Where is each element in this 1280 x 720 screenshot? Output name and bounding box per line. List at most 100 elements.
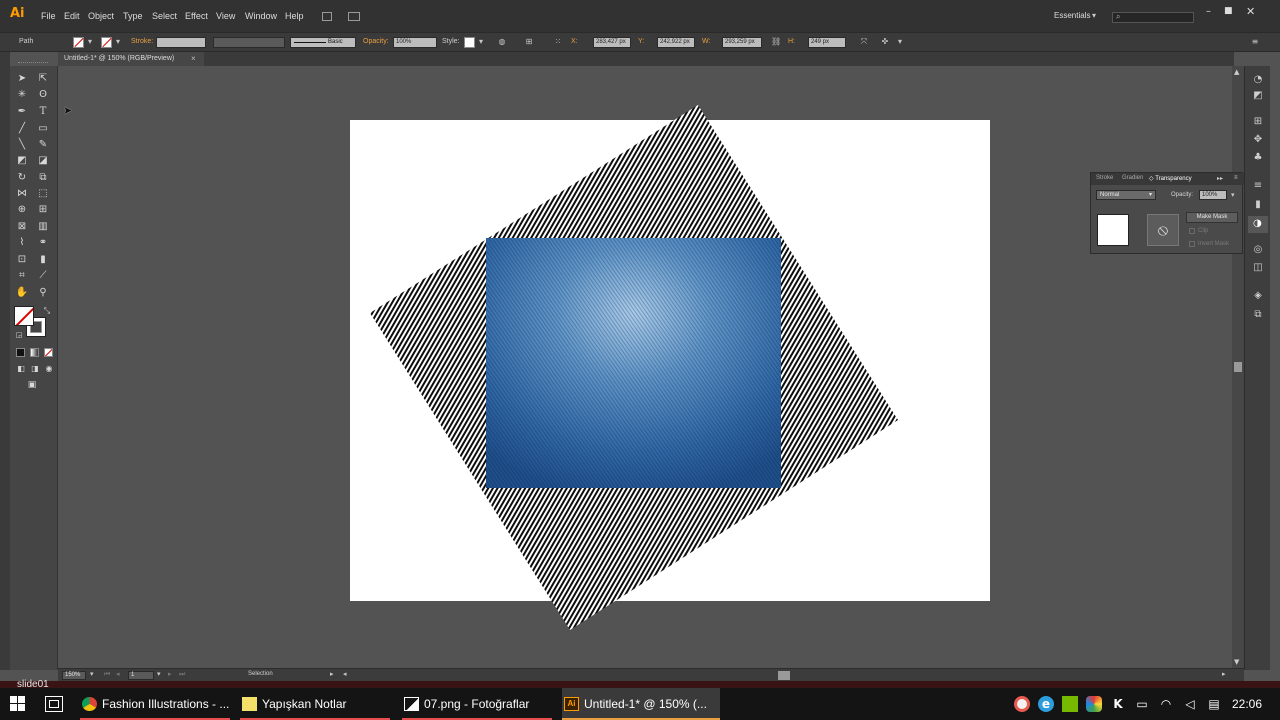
last-artboard-icon[interactable]: ⏭	[179, 670, 185, 679]
graphic-styles-icon[interactable]: ◫	[1252, 262, 1264, 274]
stroke-panel-icon[interactable]: ≡	[1252, 180, 1264, 192]
first-artboard-icon[interactable]: ⏮	[104, 670, 110, 679]
brushes-panel-icon[interactable]: ✥	[1252, 134, 1264, 146]
opacity-label[interactable]: Opacity:	[363, 38, 389, 45]
tray-k-icon[interactable]: K	[1110, 696, 1126, 712]
scroll-down-icon[interactable]: ▼	[1234, 658, 1239, 666]
isolate-object-icon[interactable]: ✜	[880, 37, 890, 47]
horizontal-scroll-thumb[interactable]	[778, 671, 790, 680]
vertical-scrollbar[interactable]: ▲ ▼	[1232, 66, 1244, 670]
shape-builder-tool-icon[interactable]: ⊕	[15, 203, 29, 217]
menu-view[interactable]: View	[216, 11, 235, 21]
fill-swatch[interactable]	[73, 37, 84, 48]
none-mode-icon[interactable]	[44, 348, 53, 357]
color-guide-icon[interactable]: ◩	[1252, 90, 1264, 102]
minimize-button[interactable]: –	[1206, 6, 1211, 17]
brush-definition-select[interactable]: Basic	[290, 37, 356, 48]
taskbar-item-sticky-notes[interactable]: Yapışkan Notlar	[240, 688, 390, 720]
gradient-panel-icon[interactable]: ▮	[1252, 199, 1264, 211]
magic-wand-tool-icon[interactable]: ✳	[15, 88, 29, 102]
symbols-panel-icon[interactable]: ♣	[1252, 152, 1264, 164]
tray-app-icon[interactable]	[1014, 696, 1030, 712]
close-button[interactable]: ✕	[1246, 5, 1255, 18]
fill-dropdown-icon[interactable]: ▾	[85, 37, 95, 47]
arrange-documents-icon[interactable]	[348, 12, 360, 21]
column-graph-tool-icon[interactable]: ▮	[36, 253, 50, 267]
reference-point-icon[interactable]: ⁙	[553, 37, 563, 47]
menu-help[interactable]: Help	[285, 11, 304, 21]
line-segment-tool-icon[interactable]: ╱	[15, 122, 29, 136]
blend-tool-icon[interactable]: ⚭	[36, 236, 50, 250]
object-thumbnail[interactable]	[1097, 214, 1129, 246]
rotate-tool-icon[interactable]: ↻	[15, 171, 29, 185]
fill-color-icon[interactable]	[14, 306, 34, 326]
appearance-panel-icon[interactable]: ◎	[1252, 244, 1264, 256]
style-dropdown-icon[interactable]: ▾	[476, 37, 486, 47]
next-artboard-icon[interactable]: ▸	[168, 670, 172, 678]
tray-nvidia-icon[interactable]	[1062, 696, 1078, 712]
document-tab[interactable]: Untitled-1* @ 150% (RGB/Preview) ×	[58, 52, 204, 66]
symbol-sprayer-tool-icon[interactable]: ⊡	[15, 253, 29, 267]
clip-checkbox[interactable]	[1189, 228, 1195, 234]
artboards-panel-icon[interactable]: ⧉	[1252, 309, 1264, 321]
width-tool-icon[interactable]: ⋈	[15, 187, 29, 201]
stroke-swatch[interactable]	[101, 37, 112, 48]
volume-icon[interactable]: ◁	[1182, 696, 1198, 712]
tray-edge-icon[interactable]: e	[1038, 696, 1054, 712]
artwork-canvas[interactable]	[340, 95, 920, 635]
width-field[interactable]: 293,259 px	[722, 37, 762, 48]
taskbar-clock[interactable]: 22:06	[1232, 697, 1262, 711]
menu-edit[interactable]: Edit	[64, 11, 80, 21]
graphic-style-swatch[interactable]	[464, 37, 475, 48]
screen-mode-icon[interactable]: ▣	[25, 378, 39, 392]
tab-gradient[interactable]: Gradien	[1122, 175, 1143, 181]
panel-collapse-icon[interactable]: ▸▸	[1217, 175, 1223, 182]
tab-transparency[interactable]: ◇ Transparency	[1149, 175, 1192, 182]
menu-type[interactable]: Type	[123, 11, 143, 21]
wifi-icon[interactable]: ◠	[1158, 696, 1174, 712]
workspace-chevron-down-icon[interactable]: ▾	[1092, 11, 1096, 20]
draw-behind-icon[interactable]: ◨	[28, 362, 42, 376]
stroke-weight-field[interactable]	[156, 37, 206, 48]
stroke-weight-label[interactable]: Stroke:	[131, 38, 153, 45]
artboard-dropdown-icon[interactable]: ▾	[157, 670, 161, 678]
lasso-tool-icon[interactable]: ʘ	[36, 88, 50, 102]
menu-object[interactable]: Object	[88, 11, 114, 21]
transform-icon[interactable]: ⤧	[859, 37, 869, 47]
artboard-tool-icon[interactable]: ⌗	[15, 269, 29, 283]
bridge-icon[interactable]	[322, 12, 332, 21]
menu-effect[interactable]: Effect	[185, 11, 208, 21]
perspective-grid-tool-icon[interactable]: ⊞	[36, 203, 50, 217]
stroke-dropdown-icon[interactable]: ▾	[113, 37, 123, 47]
layers-panel-icon[interactable]: ◈	[1252, 290, 1264, 302]
panel-opacity-chevron-icon[interactable]: ▾	[1231, 191, 1235, 199]
workspace-switcher[interactable]: Essentials	[1054, 11, 1090, 20]
blob-brush-tool-icon[interactable]: ◩	[15, 154, 29, 168]
zoom-field[interactable]: 150%	[62, 671, 86, 680]
swap-fill-stroke-icon[interactable]: ⤡	[40, 304, 54, 318]
previous-artboard-icon[interactable]: ◂	[116, 670, 120, 678]
windows-start-icon[interactable]	[10, 696, 26, 712]
pen-tool-icon[interactable]: ✒	[15, 105, 29, 119]
swatches-panel-icon[interactable]: ⊞	[1252, 116, 1264, 128]
y-field[interactable]: 242,922 px	[657, 37, 695, 48]
control-panel-menu-icon[interactable]: ≡	[1250, 37, 1260, 47]
constrain-proportions-icon[interactable]: ⛓	[771, 37, 781, 47]
direct-selection-tool-icon[interactable]: ⇱	[36, 72, 50, 86]
recolor-artwork-icon[interactable]: ◍	[497, 37, 507, 47]
artboard-number-field[interactable]: 1	[128, 671, 154, 680]
paintbrush-tool-icon[interactable]: ╲	[15, 138, 29, 152]
make-mask-button[interactable]: Make Mask	[1186, 212, 1238, 223]
tray-color-icon[interactable]	[1086, 696, 1102, 712]
slice-tool-icon[interactable]: ⟋	[36, 269, 50, 283]
x-field[interactable]: 283,427 px	[593, 37, 631, 48]
menu-window[interactable]: Window	[245, 11, 277, 21]
action-center-icon[interactable]: ▤	[1206, 696, 1222, 712]
tab-stroke[interactable]: Stroke	[1096, 175, 1113, 181]
transparency-panel-button[interactable]: ◑	[1248, 216, 1268, 233]
panel-opacity-field[interactable]: 100%	[1199, 190, 1227, 200]
scroll-up-icon[interactable]: ▲	[1234, 68, 1239, 76]
menu-select[interactable]: Select	[152, 11, 177, 21]
opacity-field[interactable]: 100%	[393, 37, 437, 48]
zoom-tool-icon[interactable]: ⚲	[36, 286, 50, 300]
